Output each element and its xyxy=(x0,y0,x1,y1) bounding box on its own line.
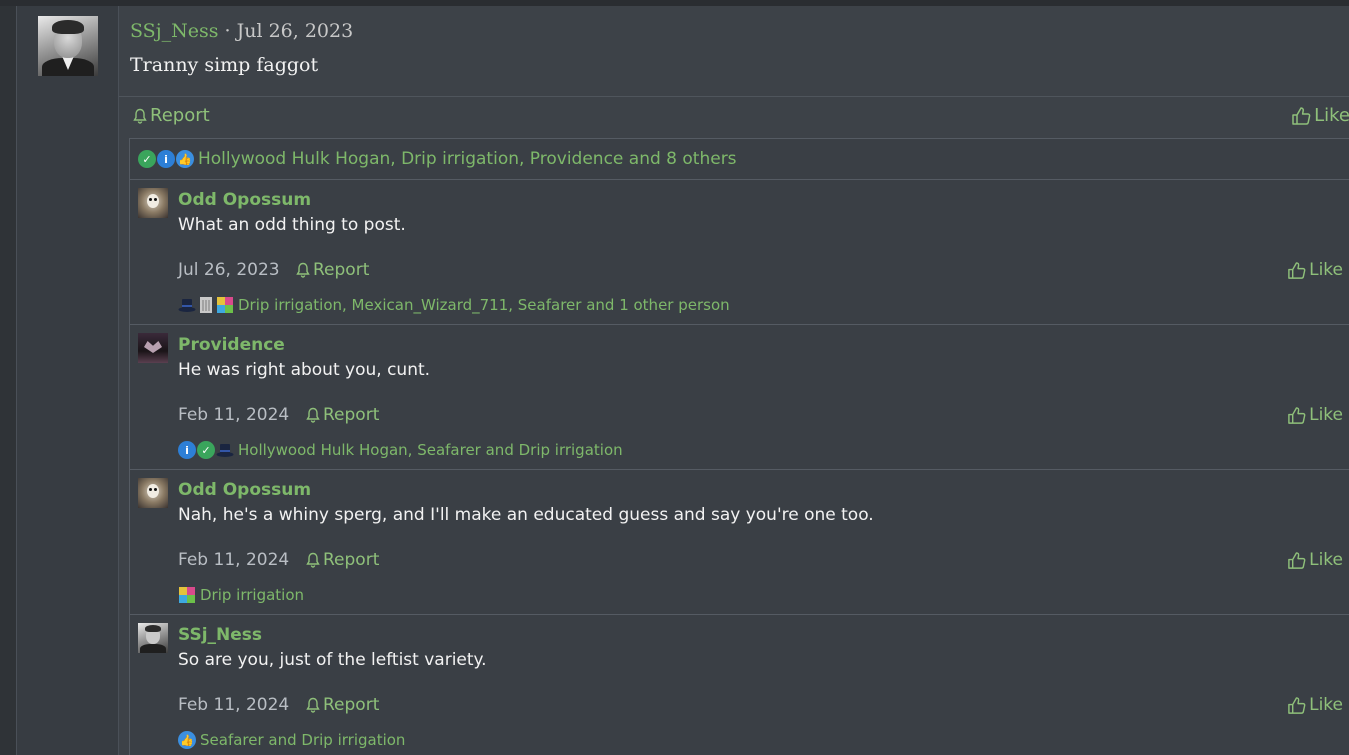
reactions-text[interactable]: Drip irrigation xyxy=(200,586,304,604)
report-label: Report xyxy=(323,695,380,715)
thumbs-up-outline-icon xyxy=(1288,551,1306,569)
report-button[interactable]: Report xyxy=(133,105,210,126)
like-label: Like xyxy=(1309,405,1343,425)
avatar[interactable] xyxy=(38,16,98,76)
reaction-icons: ✓ i 👍 xyxy=(138,150,195,168)
comment: Odd Opossum What an odd thing to post. J… xyxy=(130,180,1349,325)
report-label: Report xyxy=(323,550,380,570)
puzzle-icon xyxy=(178,586,196,604)
like-label: Like xyxy=(1309,550,1343,570)
comment: SSj_Ness So are you, just of the leftist… xyxy=(130,615,1349,755)
thumbs-up-outline-icon xyxy=(1288,406,1306,424)
top-hat-icon xyxy=(178,296,196,314)
comment-reactions[interactable]: Drip irrigation, Mexican_Wizard_711, Sea… xyxy=(178,296,730,314)
report-button[interactable]: Report xyxy=(306,550,379,570)
top-hat-icon xyxy=(216,441,234,459)
comment-author-link[interactable]: Providence xyxy=(178,335,285,355)
check-icon: ✓ xyxy=(197,441,215,459)
bell-icon xyxy=(306,697,320,713)
report-label: Report xyxy=(150,105,210,126)
comment-author-link[interactable]: Odd Opossum xyxy=(178,480,311,500)
post-user-sidebar xyxy=(17,6,119,755)
post-header: SSj_Ness · Jul 26, 2023 xyxy=(130,20,353,42)
bell-icon xyxy=(296,262,310,278)
like-label: Like xyxy=(1309,695,1343,715)
like-button[interactable]: Like xyxy=(1287,550,1343,570)
comment-avatar[interactable] xyxy=(138,333,168,363)
comment-text: Nah, he's a whiny sperg, and I'll make a… xyxy=(178,505,874,525)
like-button[interactable]: Like xyxy=(1287,405,1343,425)
report-button[interactable]: Report xyxy=(296,260,369,280)
post-reactions[interactable]: ✓ i 👍 Hollywood Hulk Hogan, Drip irrigat… xyxy=(130,139,1349,180)
comment-date[interactable]: Feb 11, 2024 xyxy=(178,405,289,425)
comment-text: He was right about you, cunt. xyxy=(178,360,431,380)
reactions-text[interactable]: Drip irrigation, Mexican_Wizard_711, Sea… xyxy=(238,296,730,314)
comment-avatar[interactable] xyxy=(138,623,168,653)
post-date[interactable]: Jul 26, 2023 xyxy=(237,20,354,42)
separator: · xyxy=(218,20,237,42)
puzzle-icon xyxy=(216,296,234,314)
thumbs-up-outline-icon xyxy=(1288,696,1306,714)
check-icon: ✓ xyxy=(138,150,156,168)
comment-date[interactable]: Feb 11, 2024 xyxy=(178,550,289,570)
info-icon: i xyxy=(157,150,175,168)
comment-text: What an odd thing to post. xyxy=(178,215,406,235)
like-label: Like xyxy=(1314,105,1349,126)
comment-avatar[interactable] xyxy=(138,478,168,508)
post-container: SSj_Ness · Jul 26, 2023 Tranny simp fagg… xyxy=(16,6,1349,755)
comment-avatar[interactable] xyxy=(138,188,168,218)
post-action-bar: Report Like xyxy=(119,96,1349,138)
comment-reactions[interactable]: Drip irrigation xyxy=(178,586,304,604)
post-body: Tranny simp faggot xyxy=(130,54,319,76)
like-button[interactable]: Like xyxy=(1287,260,1343,280)
reactions-text[interactable]: Hollywood Hulk Hogan, Seafarer and Drip … xyxy=(238,441,623,459)
comment-date[interactable]: Feb 11, 2024 xyxy=(178,695,289,715)
comment-author-link[interactable]: SSj_Ness xyxy=(178,625,262,645)
post-author-link[interactable]: SSj_Ness xyxy=(130,20,218,42)
reactions-text[interactable]: Hollywood Hulk Hogan, Drip irrigation, P… xyxy=(198,149,737,169)
comment-reactions[interactable]: i ✓ Hollywood Hulk Hogan, Seafarer and D… xyxy=(178,441,623,459)
bell-icon xyxy=(306,407,320,423)
document-icon xyxy=(197,296,215,314)
comment: Providence He was right about you, cunt.… xyxy=(130,325,1349,470)
report-label: Report xyxy=(323,405,380,425)
reactions-text[interactable]: Seafarer and Drip irrigation xyxy=(200,731,405,749)
replies-section: ✓ i 👍 Hollywood Hulk Hogan, Drip irrigat… xyxy=(129,138,1349,755)
like-button[interactable]: Like xyxy=(1287,695,1343,715)
comment-reactions[interactable]: 👍 Seafarer and Drip irrigation xyxy=(178,731,405,749)
comment: Odd Opossum Nah, he's a whiny sperg, and… xyxy=(130,470,1349,615)
bell-icon xyxy=(306,552,320,568)
comment-text: So are you, just of the leftist variety. xyxy=(178,650,487,670)
thumbs-up-icon: 👍 xyxy=(176,150,194,168)
thumbs-up-outline-icon xyxy=(1288,261,1306,279)
report-button[interactable]: Report xyxy=(306,405,379,425)
like-button[interactable]: Like xyxy=(1291,105,1349,126)
comment-author-link[interactable]: Odd Opossum xyxy=(178,190,311,210)
info-icon: i xyxy=(178,441,196,459)
report-button[interactable]: Report xyxy=(306,695,379,715)
like-label: Like xyxy=(1309,260,1343,280)
comment-date[interactable]: Jul 26, 2023 xyxy=(178,260,280,280)
bell-icon xyxy=(133,108,147,124)
thumbs-up-outline-icon xyxy=(1292,106,1311,125)
report-label: Report xyxy=(313,260,370,280)
thumbs-up-icon: 👍 xyxy=(178,731,196,749)
